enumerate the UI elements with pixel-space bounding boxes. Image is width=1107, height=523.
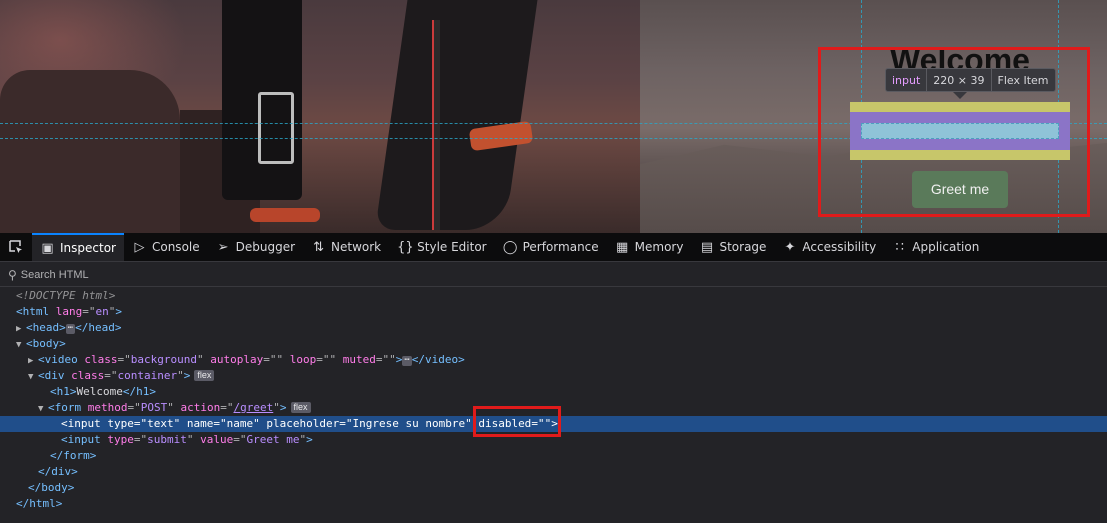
page-viewport: Welcome input 220 × 39 Flex Item Greet m… bbox=[0, 0, 1107, 233]
search-input[interactable] bbox=[20, 268, 321, 281]
annotation-box bbox=[818, 47, 1090, 217]
tab-application[interactable]: ∷ Application bbox=[884, 233, 987, 261]
tab-accessibility[interactable]: ✦ Accessibility bbox=[774, 233, 884, 261]
attr-value: en bbox=[95, 305, 109, 318]
tag-name: video bbox=[44, 353, 78, 366]
attr-value: container bbox=[117, 369, 178, 382]
tag-name: html bbox=[29, 497, 56, 510]
tag-name: head bbox=[32, 321, 60, 334]
attr-value: submit bbox=[147, 433, 187, 446]
collapse-arrow-icon[interactable]: ▼ bbox=[38, 401, 48, 417]
memory-icon: ▦ bbox=[616, 239, 629, 255]
tab-label: Style Editor bbox=[417, 240, 487, 254]
attr-value: name bbox=[226, 417, 254, 430]
tab-style-editor[interactable]: {} Style Editor bbox=[389, 233, 494, 261]
collapse-arrow-icon[interactable]: ▼ bbox=[16, 337, 26, 353]
storage-icon: ▤ bbox=[700, 239, 714, 255]
tree-node-div-close[interactable]: </div> bbox=[0, 464, 1107, 480]
devtools-toolbar: ▣ Inspector ▷ Console ➢ Debugger ⇅ Netwo… bbox=[0, 233, 1107, 262]
tag-name: head bbox=[88, 321, 115, 334]
attr-value: POST bbox=[140, 401, 168, 414]
tab-label: Console bbox=[151, 240, 200, 254]
tab-performance[interactable]: ◯ Performance bbox=[495, 233, 607, 261]
tab-debugger[interactable]: ➢ Debugger bbox=[208, 233, 303, 261]
element-picker-icon bbox=[9, 240, 22, 253]
tab-label: Network bbox=[331, 240, 382, 254]
attr-value: Greet me bbox=[246, 433, 300, 446]
annotation-box bbox=[473, 406, 561, 437]
expand-arrow-icon[interactable]: ▶ bbox=[16, 321, 26, 337]
tag-name: input bbox=[67, 417, 101, 430]
tab-console[interactable]: ▷ Console bbox=[124, 233, 208, 261]
flex-badge[interactable]: flex bbox=[194, 370, 215, 381]
tree-node-doctype[interactable]: <!DOCTYPE html> bbox=[0, 288, 1107, 304]
performance-icon: ◯ bbox=[502, 239, 518, 255]
network-icon: ⇅ bbox=[313, 239, 324, 255]
background-mesa bbox=[0, 70, 180, 233]
attr-link[interactable]: /greet bbox=[234, 401, 274, 414]
collapsed-content-icon[interactable]: ⋯ bbox=[65, 324, 76, 334]
tab-storage[interactable]: ▤ Storage bbox=[691, 233, 774, 261]
tag-name: body bbox=[41, 481, 68, 494]
background-figure-band bbox=[250, 208, 320, 222]
tab-label: Debugger bbox=[235, 240, 296, 254]
element-picker-button[interactable] bbox=[0, 233, 32, 261]
tab-label: Application bbox=[912, 240, 980, 254]
tag-name: video bbox=[425, 353, 459, 366]
doctype-text: <!DOCTYPE html> bbox=[16, 289, 116, 302]
tree-node-html-close[interactable]: </html> bbox=[0, 496, 1107, 512]
collapse-arrow-icon[interactable]: ▼ bbox=[28, 369, 38, 385]
text-node: Welcome bbox=[76, 385, 123, 398]
tag-name: h1 bbox=[136, 385, 150, 398]
tag-name: html bbox=[22, 305, 50, 318]
style-editor-icon: {} bbox=[397, 239, 414, 255]
application-icon: ∷ bbox=[895, 239, 904, 255]
tag-name: input bbox=[67, 433, 101, 446]
tag-name: div bbox=[44, 369, 65, 382]
tree-node-video[interactable]: ▶ <video class="background" autoplay="" l… bbox=[0, 352, 1107, 368]
tree-node-form-close[interactable]: </form> bbox=[0, 448, 1107, 464]
tab-network[interactable]: ⇅ Network bbox=[303, 233, 389, 261]
tag-name: form bbox=[63, 449, 90, 462]
console-icon: ▷ bbox=[134, 239, 145, 255]
tag-name: form bbox=[54, 401, 82, 414]
tag-name: body bbox=[32, 337, 60, 350]
attr-name: lang bbox=[55, 305, 83, 318]
attr-value: background bbox=[130, 353, 197, 366]
tree-node-div[interactable]: ▼ <div class="container"> flex bbox=[0, 368, 1107, 384]
tab-memory[interactable]: ▦ Memory bbox=[607, 233, 692, 261]
tree-node-body-close[interactable]: </body> bbox=[0, 480, 1107, 496]
background-figure-cable bbox=[432, 20, 440, 230]
accessibility-icon: ✦ bbox=[784, 239, 796, 255]
tag-name: div bbox=[51, 465, 72, 478]
tab-label: Memory bbox=[634, 240, 684, 254]
tab-label: Storage bbox=[719, 240, 767, 254]
attr-value: Ingrese su nombre bbox=[352, 417, 466, 430]
expand-arrow-icon[interactable]: ▶ bbox=[28, 353, 38, 369]
debugger-icon: ➢ bbox=[217, 239, 229, 255]
collapsed-content-icon[interactable]: ⋯ bbox=[402, 356, 412, 366]
tag-name: h1 bbox=[56, 385, 70, 398]
inspector-icon: ▣ bbox=[41, 240, 54, 256]
tab-label: Performance bbox=[522, 240, 599, 254]
attr-value: text bbox=[147, 417, 174, 430]
tree-node-html[interactable]: <html lang="en"> bbox=[0, 304, 1107, 320]
flex-badge[interactable]: flex bbox=[290, 402, 311, 413]
tab-inspector[interactable]: ▣ Inspector bbox=[32, 233, 124, 261]
search-icon: ⚲ bbox=[8, 267, 17, 282]
tree-node-body[interactable]: ▼ <body> bbox=[0, 336, 1107, 352]
tab-label: Inspector bbox=[60, 241, 116, 255]
search-bar: ⚲ bbox=[0, 263, 1107, 287]
tree-node-h1[interactable]: <h1>Welcome</h1> bbox=[0, 384, 1107, 400]
tree-node-head[interactable]: ▶ <head> ⋯ </head> bbox=[0, 320, 1107, 336]
background-figure-strap bbox=[258, 92, 294, 164]
tab-label: Accessibility bbox=[802, 240, 877, 254]
